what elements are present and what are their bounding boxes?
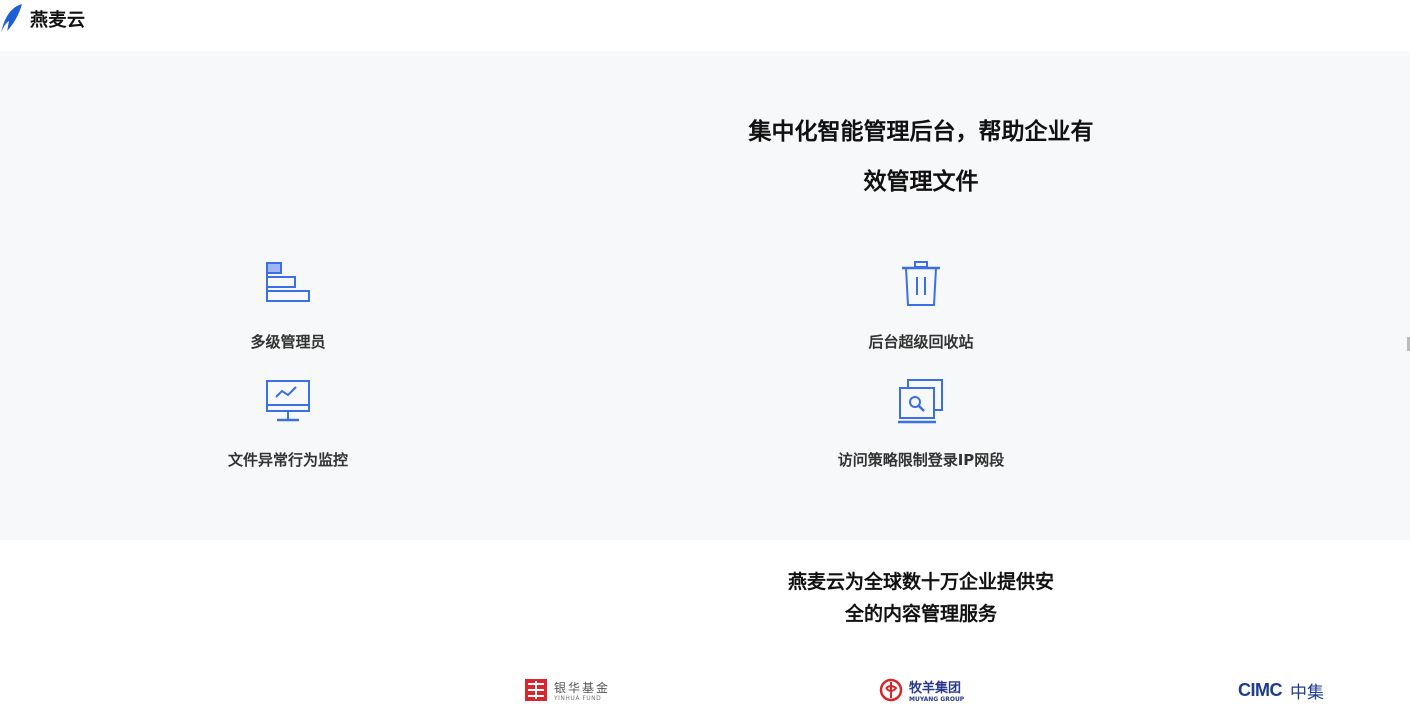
client-logo-yinhua-fund: 银华基金 YINHUA FUND	[524, 678, 610, 706]
hierarchy-bars-icon	[138, 259, 438, 309]
muyang-name-cn: 牧羊集团	[909, 680, 962, 696]
clients-section: 燕麦云为全球数十万企业提供安 全的内容管理服务 银华基金 YINHUA FUND	[0, 540, 1410, 725]
feature-abnormal-behavior-monitor: 文件异常行为监控	[138, 377, 438, 470]
features-heading-line1: 集中化智能管理后台，帮助企业有	[748, 119, 1094, 145]
feature-label: 后台超级回收站	[868, 333, 974, 351]
feature-label: 访问策略限制登录IP网段	[837, 451, 1005, 469]
feature-multi-level-admin: 多级管理员	[138, 259, 438, 352]
window-search-icon	[771, 377, 1071, 427]
yinhua-emblem-icon	[524, 678, 548, 706]
features-heading: 集中化智能管理后台，帮助企业有 效管理文件	[700, 107, 1142, 207]
brand-name: 燕麦云	[30, 10, 86, 31]
trash-bin-icon	[771, 259, 1071, 309]
clients-heading-line2: 全的内容管理服务	[844, 603, 997, 625]
cimc-name-en: CIMC	[1238, 680, 1283, 700]
feature-ip-access-policy: 访问策略限制登录IP网段	[771, 377, 1071, 470]
top-navigation-bar: 燕麦云	[0, 0, 1410, 51]
feature-super-recycle-bin: 后台超级回收站	[771, 259, 1071, 352]
muyang-name-en: MUYANG GROUP	[909, 695, 965, 703]
client-logo-muyang-group: 牧羊集团 MUYANG GROUP	[879, 678, 964, 706]
admin-features-section: 集中化智能管理后台，帮助企业有 效管理文件 多级管理员 后台超级回收站 文件异常…	[0, 51, 1410, 540]
cimc-name-cn: 中集	[1290, 683, 1324, 703]
yinhua-name-cn: 银华基金	[554, 681, 611, 695]
clients-heading-line1: 燕麦云为全球数十万企业提供安	[787, 571, 1054, 593]
feature-label: 多级管理员	[250, 333, 326, 351]
feature-label: 文件异常行为监控	[227, 451, 348, 469]
yinhua-name-en: YINHUA FUND	[554, 695, 602, 702]
monitor-chart-icon	[138, 377, 438, 427]
features-heading-line2: 效管理文件	[863, 169, 979, 195]
clients-heading: 燕麦云为全球数十万企业提供安 全的内容管理服务	[760, 566, 1082, 630]
muyang-emblem-icon	[879, 678, 903, 706]
feather-logo-icon	[0, 3, 24, 35]
client-logo-cimc: CIMC 中集	[1238, 678, 1324, 703]
brand-logo[interactable]: 燕麦云	[0, 3, 86, 35]
